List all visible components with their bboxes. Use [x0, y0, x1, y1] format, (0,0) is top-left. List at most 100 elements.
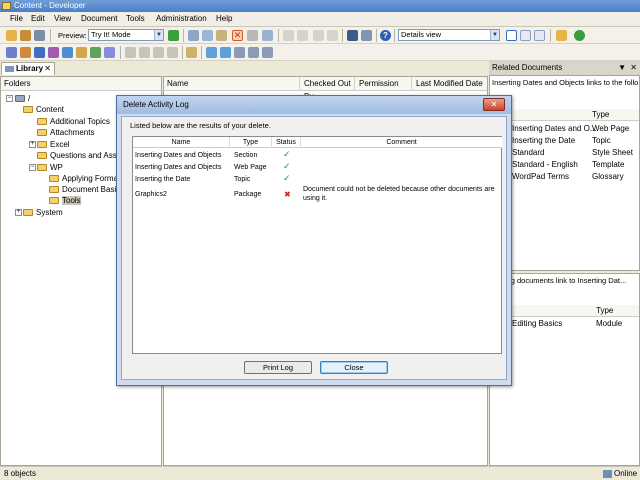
log-column-status[interactable]: Status — [272, 137, 301, 148]
menu-edit[interactable]: Edit — [31, 14, 45, 23]
tab-library[interactable]: Library ✕ — [1, 62, 55, 75]
export-icon[interactable] — [220, 47, 231, 58]
pin-icon[interactable]: ▼ — [618, 61, 626, 75]
tree-root[interactable]: / — [15, 93, 30, 104]
menu-administration[interactable]: Administration — [156, 14, 207, 23]
tree-attachments[interactable]: Attachments — [37, 127, 94, 138]
link-icon[interactable] — [167, 47, 178, 58]
indent-icon[interactable] — [313, 30, 324, 41]
column-checked-out-by[interactable]: Checked Out By — [301, 77, 355, 101]
help-icon[interactable]: ? — [380, 30, 391, 41]
open-icon[interactable] — [20, 30, 31, 41]
log-column-comment[interactable]: Comment — [301, 137, 502, 148]
redo-icon[interactable] — [297, 30, 308, 41]
refresh-icon[interactable] — [574, 30, 585, 41]
split-view-icon[interactable] — [520, 30, 531, 41]
expand-icon[interactable]: + — [29, 141, 36, 148]
menu-view[interactable]: View — [54, 14, 71, 23]
tree-excel[interactable]: Excel — [37, 139, 70, 150]
save-icon[interactable] — [34, 30, 45, 41]
new-section-icon[interactable] — [20, 47, 31, 58]
sound-icon[interactable] — [248, 47, 259, 58]
close-button[interactable]: Close — [320, 361, 388, 374]
column-type[interactable]: Type — [596, 305, 613, 317]
tree-additional-topics[interactable]: Additional Topics — [37, 116, 110, 127]
check-out-icon[interactable] — [139, 47, 150, 58]
log-column-name[interactable]: Name — [133, 137, 230, 148]
new-folder-icon[interactable] — [104, 47, 115, 58]
find-icon[interactable] — [347, 30, 358, 41]
close-icon[interactable]: ✕ — [630, 61, 637, 75]
outdent-icon[interactable] — [327, 30, 338, 41]
copy-icon[interactable] — [202, 30, 213, 41]
links-to-header: Type — [490, 109, 639, 121]
list-item[interactable]: Inserting the Date — [512, 135, 575, 147]
menu-tools[interactable]: Tools — [126, 14, 145, 23]
video-icon[interactable] — [262, 47, 273, 58]
toolbar-main: Preview: Try It! Mode ▼ ✕ ? Details view… — [0, 27, 640, 44]
history-icon[interactable] — [153, 47, 164, 58]
paste-icon[interactable] — [216, 30, 227, 41]
new-topic-icon[interactable] — [34, 47, 45, 58]
new-role-icon[interactable] — [90, 47, 101, 58]
new-glossary-icon[interactable] — [76, 47, 87, 58]
tree-system[interactable]: System — [23, 207, 63, 218]
replace-icon[interactable] — [361, 30, 372, 41]
preview-mode-select[interactable]: Try It! Mode ▼ — [88, 29, 164, 41]
rename-icon[interactable] — [262, 30, 273, 41]
tree-content[interactable]: Content — [23, 104, 64, 115]
new-package-icon[interactable] — [62, 47, 73, 58]
tree-wp[interactable]: WP — [37, 162, 63, 173]
column-last-modified[interactable]: Last Modified Date — [413, 77, 489, 91]
publish-icon[interactable] — [556, 30, 567, 41]
record-icon[interactable] — [234, 47, 245, 58]
tree-document-basics[interactable]: Document Basics — [49, 184, 124, 195]
tree-tools[interactable]: Tools — [49, 195, 81, 206]
list-item-type: Template — [592, 159, 624, 171]
check-in-icon[interactable] — [125, 47, 136, 58]
log-column-type[interactable]: Type — [230, 137, 272, 148]
success-check-icon: ✓ — [283, 173, 291, 183]
view-mode-select[interactable]: Details view ▼ — [398, 29, 500, 41]
menu-file[interactable]: File — [10, 14, 23, 23]
column-name[interactable]: Name — [164, 77, 300, 91]
dialog-title-bar[interactable]: Delete Activity Log ✕ — [117, 96, 511, 114]
details-view-icon[interactable] — [506, 30, 517, 41]
related-documents-title: Related Documents ▼ ✕ — [489, 61, 640, 75]
list-item[interactable]: Editing Basics — [512, 318, 562, 330]
collapse-icon[interactable]: − — [6, 95, 13, 102]
related-name: Standard — [512, 148, 545, 157]
collapse-icon[interactable]: − — [29, 164, 36, 171]
undo-icon[interactable] — [283, 30, 294, 41]
close-icon[interactable]: ✕ — [483, 98, 505, 111]
expand-icon[interactable]: + — [15, 209, 22, 216]
list-item-type: Style Sheet — [592, 147, 633, 159]
properties-icon[interactable] — [247, 30, 258, 41]
error-x-icon: ✖ — [284, 190, 291, 199]
folder-icon — [49, 197, 59, 205]
cut-icon[interactable] — [188, 30, 199, 41]
pane-view-icon[interactable] — [534, 30, 545, 41]
list-item[interactable]: Standard — [512, 147, 544, 159]
new-icon[interactable] — [6, 30, 17, 41]
delete-icon[interactable]: ✕ — [232, 30, 243, 41]
print-log-button[interactable]: Print Log — [244, 361, 312, 374]
column-type[interactable]: Type — [592, 109, 609, 121]
column-permission[interactable]: Permission — [356, 77, 412, 91]
dialog-intro: Listed below are the results of your del… — [130, 121, 271, 130]
new-web-page-icon[interactable] — [48, 47, 59, 58]
go-icon[interactable] — [168, 30, 179, 41]
folder-open-icon — [23, 106, 33, 114]
import-icon[interactable] — [206, 47, 217, 58]
menu-document[interactable]: Document — [81, 14, 117, 23]
folder-icon — [37, 129, 47, 137]
close-icon[interactable]: ✕ — [44, 63, 51, 75]
list-item[interactable]: Inserting Dates and O... — [512, 123, 597, 135]
list-item[interactable]: WordPad Terms — [512, 171, 569, 183]
menu-help[interactable]: Help — [216, 14, 232, 23]
edit-icon[interactable] — [186, 47, 197, 58]
tree-tools-label: Tools — [62, 196, 81, 205]
related-type: Style Sheet — [592, 148, 633, 157]
new-module-icon[interactable] — [6, 47, 17, 58]
list-item[interactable]: Standard - English — [512, 159, 578, 171]
